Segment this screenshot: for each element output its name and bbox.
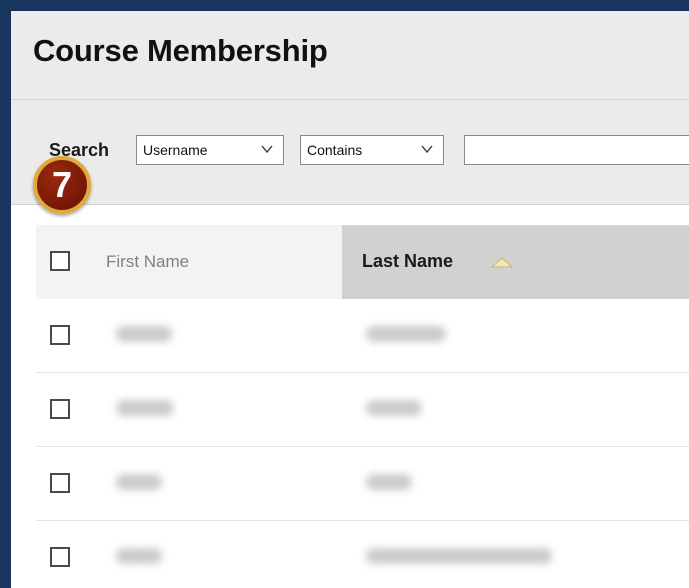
row-checkbox[interactable]	[50, 473, 70, 493]
last-name-cell-redacted	[366, 326, 446, 342]
row-checkbox[interactable]	[50, 547, 70, 567]
table-header: First Name Last Name	[36, 225, 689, 299]
column-header-first-name[interactable]: First Name	[106, 252, 189, 272]
chevron-down-icon	[261, 145, 273, 154]
select-all-checkbox[interactable]	[50, 251, 70, 271]
search-bar: Search Username Contains	[11, 100, 689, 205]
table-row	[36, 521, 689, 588]
row-checkbox[interactable]	[50, 325, 70, 345]
first-name-cell-redacted	[116, 474, 162, 490]
last-name-cell-redacted	[366, 400, 422, 416]
window-frame: Course Membership Search Username Contai…	[0, 0, 689, 588]
row-checkbox[interactable]	[50, 399, 70, 419]
search-input[interactable]	[464, 135, 689, 165]
step-number-badge: 7	[33, 156, 91, 214]
table-row	[36, 447, 689, 521]
column-header-last-name[interactable]: Last Name	[342, 225, 689, 299]
table-row	[36, 299, 689, 373]
first-name-cell-redacted	[116, 400, 174, 416]
chevron-down-icon	[421, 145, 433, 154]
search-operator-select-value: Contains	[307, 142, 363, 158]
column-header-last-name-label: Last Name	[362, 251, 454, 271]
last-name-cell-redacted	[366, 474, 412, 490]
search-field-select[interactable]: Username	[136, 135, 284, 165]
membership-table: First Name Last Name	[36, 225, 689, 588]
first-name-cell-redacted	[116, 326, 172, 342]
sort-ascending-icon	[490, 257, 514, 268]
search-operator-select[interactable]: Contains	[300, 135, 444, 165]
last-name-cell-redacted	[366, 548, 552, 564]
title-bar: Course Membership	[11, 11, 689, 100]
page-title: Course Membership	[33, 33, 328, 68]
table-row	[36, 373, 689, 447]
first-name-cell-redacted	[116, 548, 162, 564]
search-field-select-value: Username	[143, 142, 208, 158]
